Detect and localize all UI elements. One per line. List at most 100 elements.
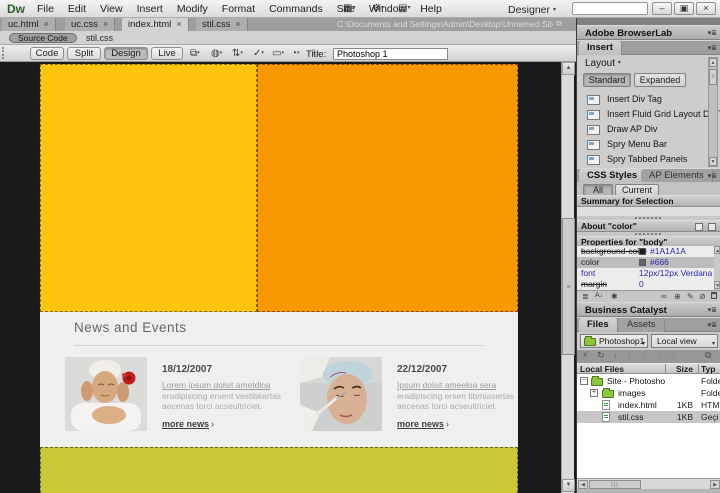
disable-css-property-icon[interactable]: ⊘ <box>699 292 706 301</box>
scroll-thumb[interactable]: ≡ <box>709 69 717 85</box>
scroll-up-icon[interactable]: ▲ <box>709 58 717 67</box>
show-set-properties-icon[interactable]: ✱ <box>611 292 618 301</box>
tab-index-html[interactable]: index.html× <box>122 18 189 31</box>
more-news-link[interactable]: more news› <box>162 419 282 429</box>
show-category-view-icon[interactable]: ≣ <box>582 292 589 301</box>
draw-ap-div[interactable]: Draw AP Div <box>577 123 705 138</box>
gear-icon[interactable]: ⚙▾ <box>372 3 384 14</box>
multiscreen-preview-icon[interactable]: ⧉▾ <box>190 48 200 59</box>
scroll-left-icon[interactable]: ◀ <box>578 480 588 489</box>
spa-photo[interactable] <box>65 357 147 431</box>
injection-photo[interactable] <box>300 357 382 431</box>
visual-aids-icon[interactable]: ◔▾ <box>291 48 300 59</box>
panel-menu-icon[interactable]: ▾≣ <box>708 321 717 329</box>
minimize-button[interactable]: – <box>652 2 672 15</box>
page-block-orange[interactable] <box>257 64 518 312</box>
menu-commands[interactable]: Commands <box>262 3 330 15</box>
panel-menu-icon[interactable]: ▾≣ <box>708 44 717 52</box>
expand-panel-icon[interactable]: ⧉ <box>705 350 711 361</box>
scroll-up-icon[interactable]: ▲ <box>714 246 720 254</box>
scroll-thumb[interactable]: ≡ <box>562 218 575 355</box>
panel-business-catalyst[interactable]: Business Catalyst ▾≣ <box>577 302 720 317</box>
menu-file[interactable]: File <box>30 3 61 15</box>
connect-icon[interactable]: ⚡ <box>582 350 588 361</box>
insert-category-dropdown[interactable]: Layout ▾ <box>585 58 621 69</box>
close-tab-icon[interactable]: × <box>103 19 108 29</box>
inspect-icon[interactable]: ▭▾ <box>272 48 284 59</box>
synchronize-icon[interactable]: ⟳ <box>669 350 677 361</box>
scroll-down-icon[interactable]: ▼ <box>562 479 575 492</box>
workspace-layout-icon[interactable]: ▦▾ <box>343 3 355 14</box>
live-view-button[interactable]: Live <box>151 47 183 60</box>
menu-format[interactable]: Format <box>215 3 262 15</box>
close-button[interactable]: × <box>696 2 716 15</box>
menu-help[interactable]: Help <box>413 3 449 15</box>
news-link[interactable]: Lorem ipsum dolsit ametdloa <box>162 380 271 390</box>
split-view-button[interactable]: Split <box>67 47 101 60</box>
refresh-icon[interactable]: ↻ <box>597 350 605 361</box>
related-file-stil-css[interactable]: stil.css <box>86 33 113 43</box>
properties-scrollbar[interactable]: ▲ ▼ <box>714 246 720 290</box>
panel-browserlab[interactable]: Adobe BrowserLab ▾≣ <box>577 25 720 40</box>
search-input[interactable] <box>572 2 648 15</box>
panel-menu-icon[interactable]: ▾≣ <box>708 29 717 37</box>
scroll-right-icon[interactable]: ▶ <box>710 480 720 489</box>
view-select[interactable]: Local view ▾ <box>651 334 718 348</box>
tree-row-stil-css[interactable]: stil.css 1KB Geçi <box>577 411 720 423</box>
edit-rule-icon[interactable]: ✎ <box>687 292 694 301</box>
attach-style-sheet-icon[interactable]: ∞ <box>661 292 667 301</box>
scroll-down-icon[interactable]: ▼ <box>709 157 717 166</box>
page-block-yellow[interactable] <box>40 64 257 312</box>
expand-icon[interactable]: + <box>590 389 598 397</box>
canvas-vertical-scrollbar[interactable]: ▲ ≡ ▼ <box>561 62 574 493</box>
tab-files[interactable]: Files <box>579 318 618 333</box>
insert-scrollbar[interactable]: ▲ ≡ ▼ <box>708 57 718 167</box>
expanded-mode-button[interactable]: Expanded <box>634 73 686 87</box>
code-view-button[interactable]: Code <box>30 47 64 60</box>
tree-row-site-root[interactable]: − Site - Photoshop1 (C:... Folde <box>577 375 720 387</box>
scroll-down-icon[interactable]: ▼ <box>714 281 720 289</box>
files-column-headers[interactable]: Local Files Size Typ <box>577 363 720 374</box>
close-tab-icon[interactable]: × <box>44 19 49 29</box>
design-view-button[interactable]: Design <box>104 47 148 60</box>
css-prop-row[interactable]: background-color #1A1A1A <box>577 246 714 257</box>
color-swatch[interactable] <box>639 248 646 255</box>
css-prop-row[interactable]: color #666 <box>577 257 714 268</box>
tab-stil-css[interactable]: stil.css× <box>196 18 248 31</box>
restore-button[interactable]: ▣ <box>674 2 694 15</box>
title-input[interactable] <box>333 48 448 61</box>
file-management-icon[interactable]: ⇅▾ <box>232 48 243 59</box>
tab-uc-css[interactable]: uc.css× <box>65 18 115 31</box>
source-code-button[interactable]: Source Code <box>9 33 77 43</box>
css-prop-row[interactable]: font 12px/12px Verdana, ... <box>577 268 714 279</box>
get-files-icon[interactable]: ↓ <box>613 350 618 360</box>
page-block-olive[interactable] <box>40 447 518 493</box>
menu-insert[interactable]: Insert <box>130 3 170 15</box>
more-news-link[interactable]: more news› <box>397 419 517 429</box>
close-tab-icon[interactable]: × <box>176 19 181 29</box>
workspace-switcher[interactable]: Designer ▾ <box>508 4 556 16</box>
check-out-icon[interactable]: ↧ <box>641 350 649 361</box>
tree-row-images[interactable]: + images Folde <box>577 387 720 399</box>
delete-css-rule-icon[interactable] <box>711 292 717 299</box>
tab-assets[interactable]: Assets <box>619 318 665 333</box>
w3c-validation-icon[interactable]: ✓▾ <box>253 48 264 59</box>
close-tab-icon[interactable]: × <box>236 19 241 29</box>
scroll-up-icon[interactable]: ▲ <box>562 62 575 75</box>
insert-div-tag[interactable]: Insert Div Tag <box>577 93 705 108</box>
scroll-thumb[interactable]: ||| <box>589 480 641 489</box>
collapse-icon[interactable]: − <box>580 377 588 385</box>
new-css-rule-icon[interactable]: ⊕ <box>674 292 681 301</box>
show-cascade-icon[interactable] <box>708 223 716 231</box>
color-swatch[interactable] <box>639 259 646 266</box>
spry-menu-bar[interactable]: Spry Menu Bar <box>577 138 705 153</box>
news-link[interactable]: Ipsum dolsit ameeloa sera <box>397 380 496 390</box>
put-files-icon[interactable]: ↑ <box>627 350 632 360</box>
css-prop-row[interactable]: margin 0 <box>577 279 714 290</box>
menu-edit[interactable]: Edit <box>61 3 93 15</box>
tab-uc-html[interactable]: uc.html× <box>2 18 56 31</box>
site-select[interactable]: Photoshop1 ▾ <box>580 334 648 348</box>
tree-row-index-html[interactable]: index.html 1KB HTML <box>577 399 720 411</box>
check-in-icon[interactable]: ↥ <box>655 350 663 361</box>
menu-modify[interactable]: Modify <box>170 3 215 15</box>
